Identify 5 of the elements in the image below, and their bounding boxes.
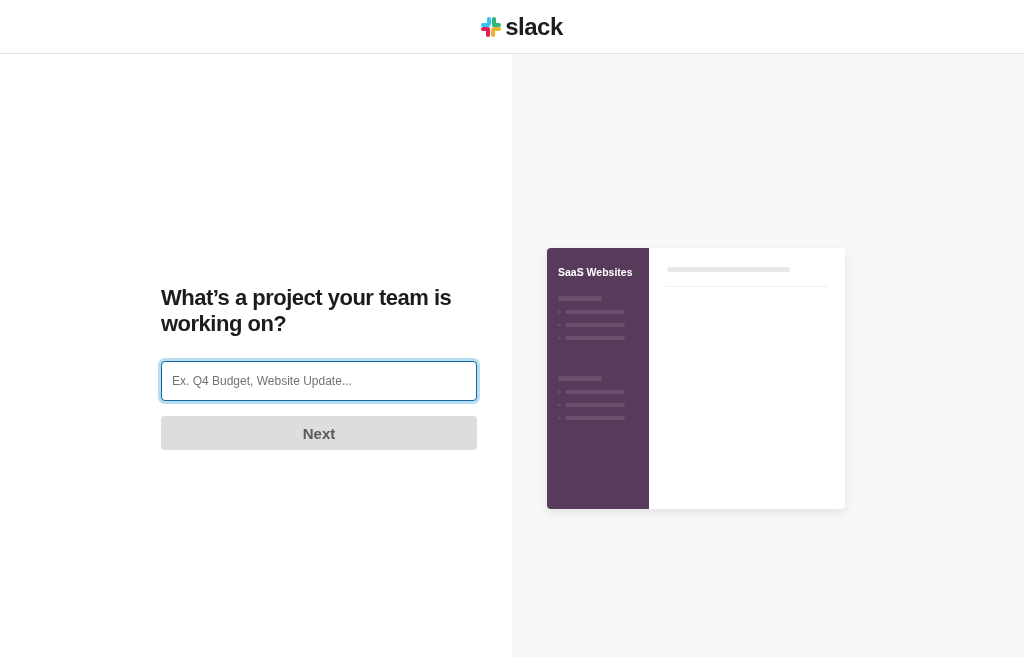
- logo-icon: [481, 16, 502, 37]
- project-name-field[interactable]: Ex. Q4 Budget, Website Update...: [161, 361, 477, 401]
- workspace-name: SaaS Websites: [558, 266, 634, 278]
- question-heading: What’s a project your team is working on?: [161, 285, 453, 337]
- logo-text: slack: [505, 12, 563, 41]
